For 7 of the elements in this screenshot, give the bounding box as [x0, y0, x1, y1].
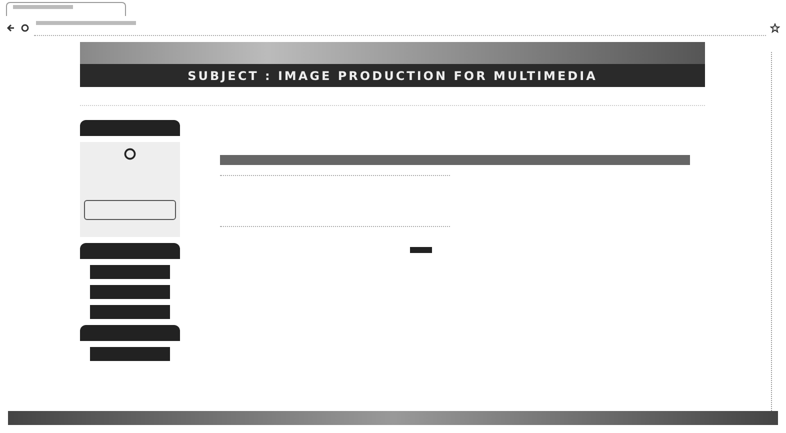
- avatar-icon: [124, 148, 136, 160]
- star-icon[interactable]: [770, 22, 780, 32]
- back-arrow-icon[interactable]: [6, 22, 16, 32]
- banner-subtitle: SUBJECT : IMAGE PRODUCTION FOR MULTIMEDIA: [188, 68, 598, 82]
- reload-icon[interactable]: [20, 22, 30, 32]
- browser-tab[interactable]: [6, 2, 126, 16]
- login-field[interactable]: [84, 200, 176, 220]
